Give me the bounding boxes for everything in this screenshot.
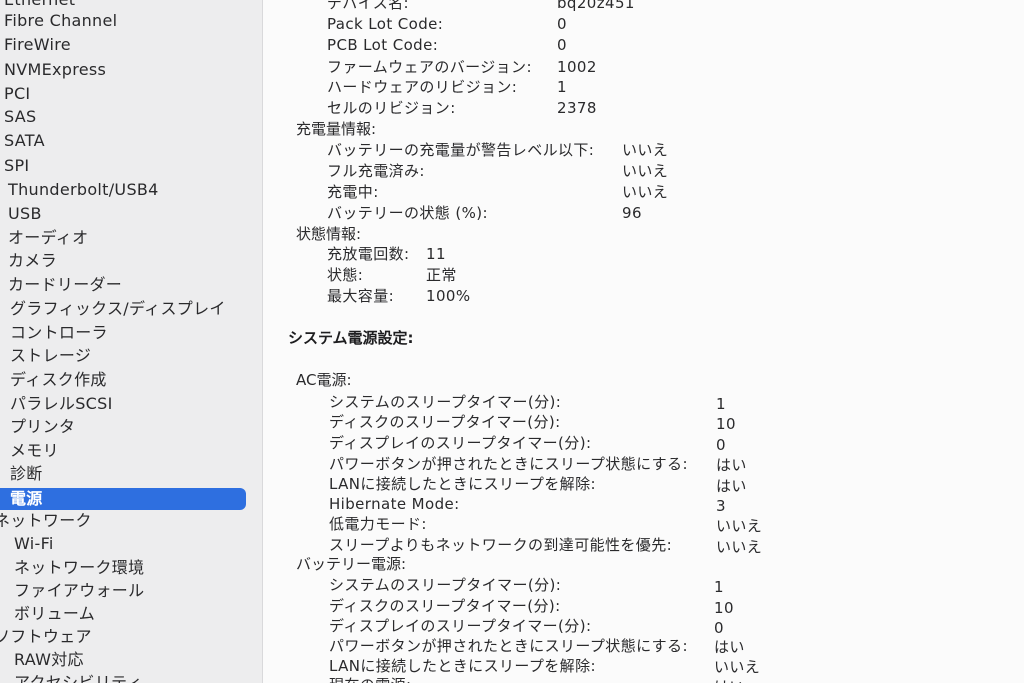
system-power-heading: システム電源設定: (288, 329, 414, 347)
sidebar-item-card-reader[interactable]: カードリーダー (8, 274, 122, 296)
ac-low-power-mode-value: いいえ (716, 517, 763, 535)
firmware-version-value: 1002 (557, 58, 597, 76)
sidebar-item-firewall[interactable]: ファイアウォール (14, 580, 144, 602)
sidebar-item-wifi[interactable]: Wi-Fi (14, 533, 54, 555)
ac-network-reachability-value: いいえ (716, 538, 763, 556)
cycle-count-label: 充放電回数: (327, 245, 410, 263)
device-name-value: bq20z451 (557, 0, 635, 12)
sidebar-item-fibre-channel[interactable]: Fibre Channel (4, 10, 117, 32)
sidebar-item-memory[interactable]: メモリ (10, 440, 59, 462)
battery-state-value: 96 (622, 204, 642, 222)
battery-wake-on-lan-value: いいえ (714, 658, 761, 676)
hardware-revision-value: 1 (557, 78, 567, 96)
sidebar-item-volumes[interactable]: ボリューム (14, 603, 95, 625)
battery-wake-on-lan-label: LANに接続したときにスリープを解除: (329, 657, 596, 675)
system-information-window: Ethernet Fibre Channel FireWire NVMExpre… (0, 0, 1024, 683)
condition-value: 正常 (426, 266, 457, 284)
sidebar-item-sata[interactable]: SATA (4, 130, 45, 152)
sidebar-item-audio[interactable]: オーディオ (8, 227, 88, 249)
ac-wake-on-lan-label: LANに接続したときにスリープを解除: (329, 475, 596, 493)
sidebar-item-usb[interactable]: USB (8, 203, 42, 225)
pack-lot-label: Pack Lot Code: (327, 15, 444, 33)
cycle-count-value: 11 (426, 245, 446, 263)
sidebar-item-printer[interactable]: プリンタ (10, 416, 75, 438)
sidebar-item-power[interactable]: 電源 (10, 488, 43, 510)
fully-charged-label: フル充電済み: (327, 162, 425, 180)
cell-revision-value: 2378 (557, 99, 597, 117)
sidebar-item-storage[interactable]: ストレージ (10, 345, 91, 367)
pcb-lot-value: 0 (557, 36, 567, 54)
device-name-label: デバイス名: (327, 0, 410, 12)
ac-display-sleep-label: ディスプレイのスリープタイマー(分): (329, 434, 592, 452)
ac-display-sleep-value: 0 (716, 436, 726, 454)
sidebar-item-nvmexpress[interactable]: NVMExpress (4, 59, 106, 81)
battery-disk-sleep-label: ディスクのスリープタイマー(分): (329, 597, 561, 615)
sidebar: Ethernet Fibre Channel FireWire NVMExpre… (0, 0, 263, 683)
ac-system-sleep-value: 1 (716, 395, 726, 413)
condition-label: 状態: (327, 266, 364, 284)
battery-power-heading: バッテリー電源: (296, 555, 407, 573)
charge-warning-label: バッテリーの充電量が警告レベル以下: (327, 141, 595, 159)
sidebar-item-spi[interactable]: SPI (4, 155, 29, 177)
sidebar-item-sas[interactable]: SAS (4, 106, 36, 128)
sidebar-item-thunderbolt-usb4[interactable]: Thunderbolt/USB4 (8, 179, 159, 201)
ac-low-power-mode-label: 低電力モード: (329, 515, 427, 533)
sidebar-item-accessibility[interactable]: アクセシビリティ (14, 672, 143, 683)
charge-warning-value: いいえ (622, 141, 669, 159)
sidebar-item-controller[interactable]: コントローラ (10, 322, 108, 344)
battery-display-sleep-label: ディスプレイのスリープタイマー(分): (329, 617, 592, 635)
sidebar-item-network[interactable]: ネットワーク (0, 510, 92, 532)
battery-power-button-sleep-value: はい (714, 638, 745, 656)
sidebar-item-graphics-display[interactable]: グラフィックス/ディスプレイ (10, 298, 226, 320)
ac-power-button-sleep-value: はい (716, 456, 747, 474)
ac-hibernate-mode-value: 3 (716, 497, 726, 515)
ac-hibernate-mode-label: Hibernate Mode: (329, 495, 460, 513)
ac-system-sleep-label: システムのスリープタイマー(分): (329, 393, 562, 411)
ac-disk-sleep-label: ディスクのスリープタイマー(分): (329, 413, 561, 431)
health-info-heading: 状態情報: (296, 225, 362, 243)
sidebar-item-firewire[interactable]: FireWire (4, 34, 71, 56)
battery-system-sleep-label: システムのスリープタイマー(分): (329, 576, 562, 594)
battery-display-sleep-value: 0 (714, 619, 724, 637)
ac-wake-on-lan-value: はい (716, 477, 747, 495)
sidebar-item-diagnostics[interactable]: 診断 (10, 463, 43, 485)
battery-system-sleep-value: 1 (714, 578, 724, 596)
cell-revision-label: セルのリビジョン: (327, 99, 456, 117)
sidebar-item-pci[interactable]: PCI (4, 83, 30, 105)
detail-pane: デバイス名: bq20z451 Pack Lot Code: 0 PCB Lot… (263, 0, 1024, 683)
pack-lot-value: 0 (557, 15, 567, 33)
battery-current-power-source-value: はい (714, 677, 745, 683)
sidebar-item-disc-burning[interactable]: ディスク作成 (10, 369, 107, 391)
battery-disk-sleep-value: 10 (714, 599, 734, 617)
charging-label: 充電中: (327, 183, 379, 201)
hardware-revision-label: ハードウェアのリビジョン: (327, 78, 518, 96)
battery-current-power-source-label: 現在の電源: (329, 675, 411, 683)
fully-charged-value: いいえ (622, 162, 669, 180)
ac-network-reachability-label: スリープよりもネットワークの到達可能性を優先: (329, 536, 673, 554)
pcb-lot-label: PCB Lot Code: (327, 36, 439, 54)
max-capacity-label: 最大容量: (327, 287, 395, 305)
ac-power-button-sleep-label: パワーボタンが押されたときにスリープ状態にする: (329, 455, 688, 473)
charge-info-heading: 充電量情報: (296, 120, 377, 138)
battery-state-label: バッテリーの状態 (%): (327, 204, 488, 222)
sidebar-item-camera[interactable]: カメラ (8, 250, 57, 272)
sidebar-item-parallel-scsi[interactable]: パラレルSCSI (10, 393, 113, 415)
sidebar-item-software[interactable]: ソフトウェア (0, 626, 92, 648)
sidebar-item-locations[interactable]: ネットワーク環境 (14, 557, 144, 579)
battery-power-button-sleep-label: パワーボタンが押されたときにスリープ状態にする: (329, 637, 688, 655)
sidebar-item-raw-support[interactable]: RAW対応 (14, 649, 84, 671)
max-capacity-value: 100% (426, 287, 471, 305)
ac-disk-sleep-value: 10 (716, 415, 736, 433)
ac-power-heading: AC電源: (296, 371, 352, 389)
charging-value: いいえ (622, 183, 669, 201)
firmware-version-label: ファームウェアのバージョン: (327, 58, 532, 76)
